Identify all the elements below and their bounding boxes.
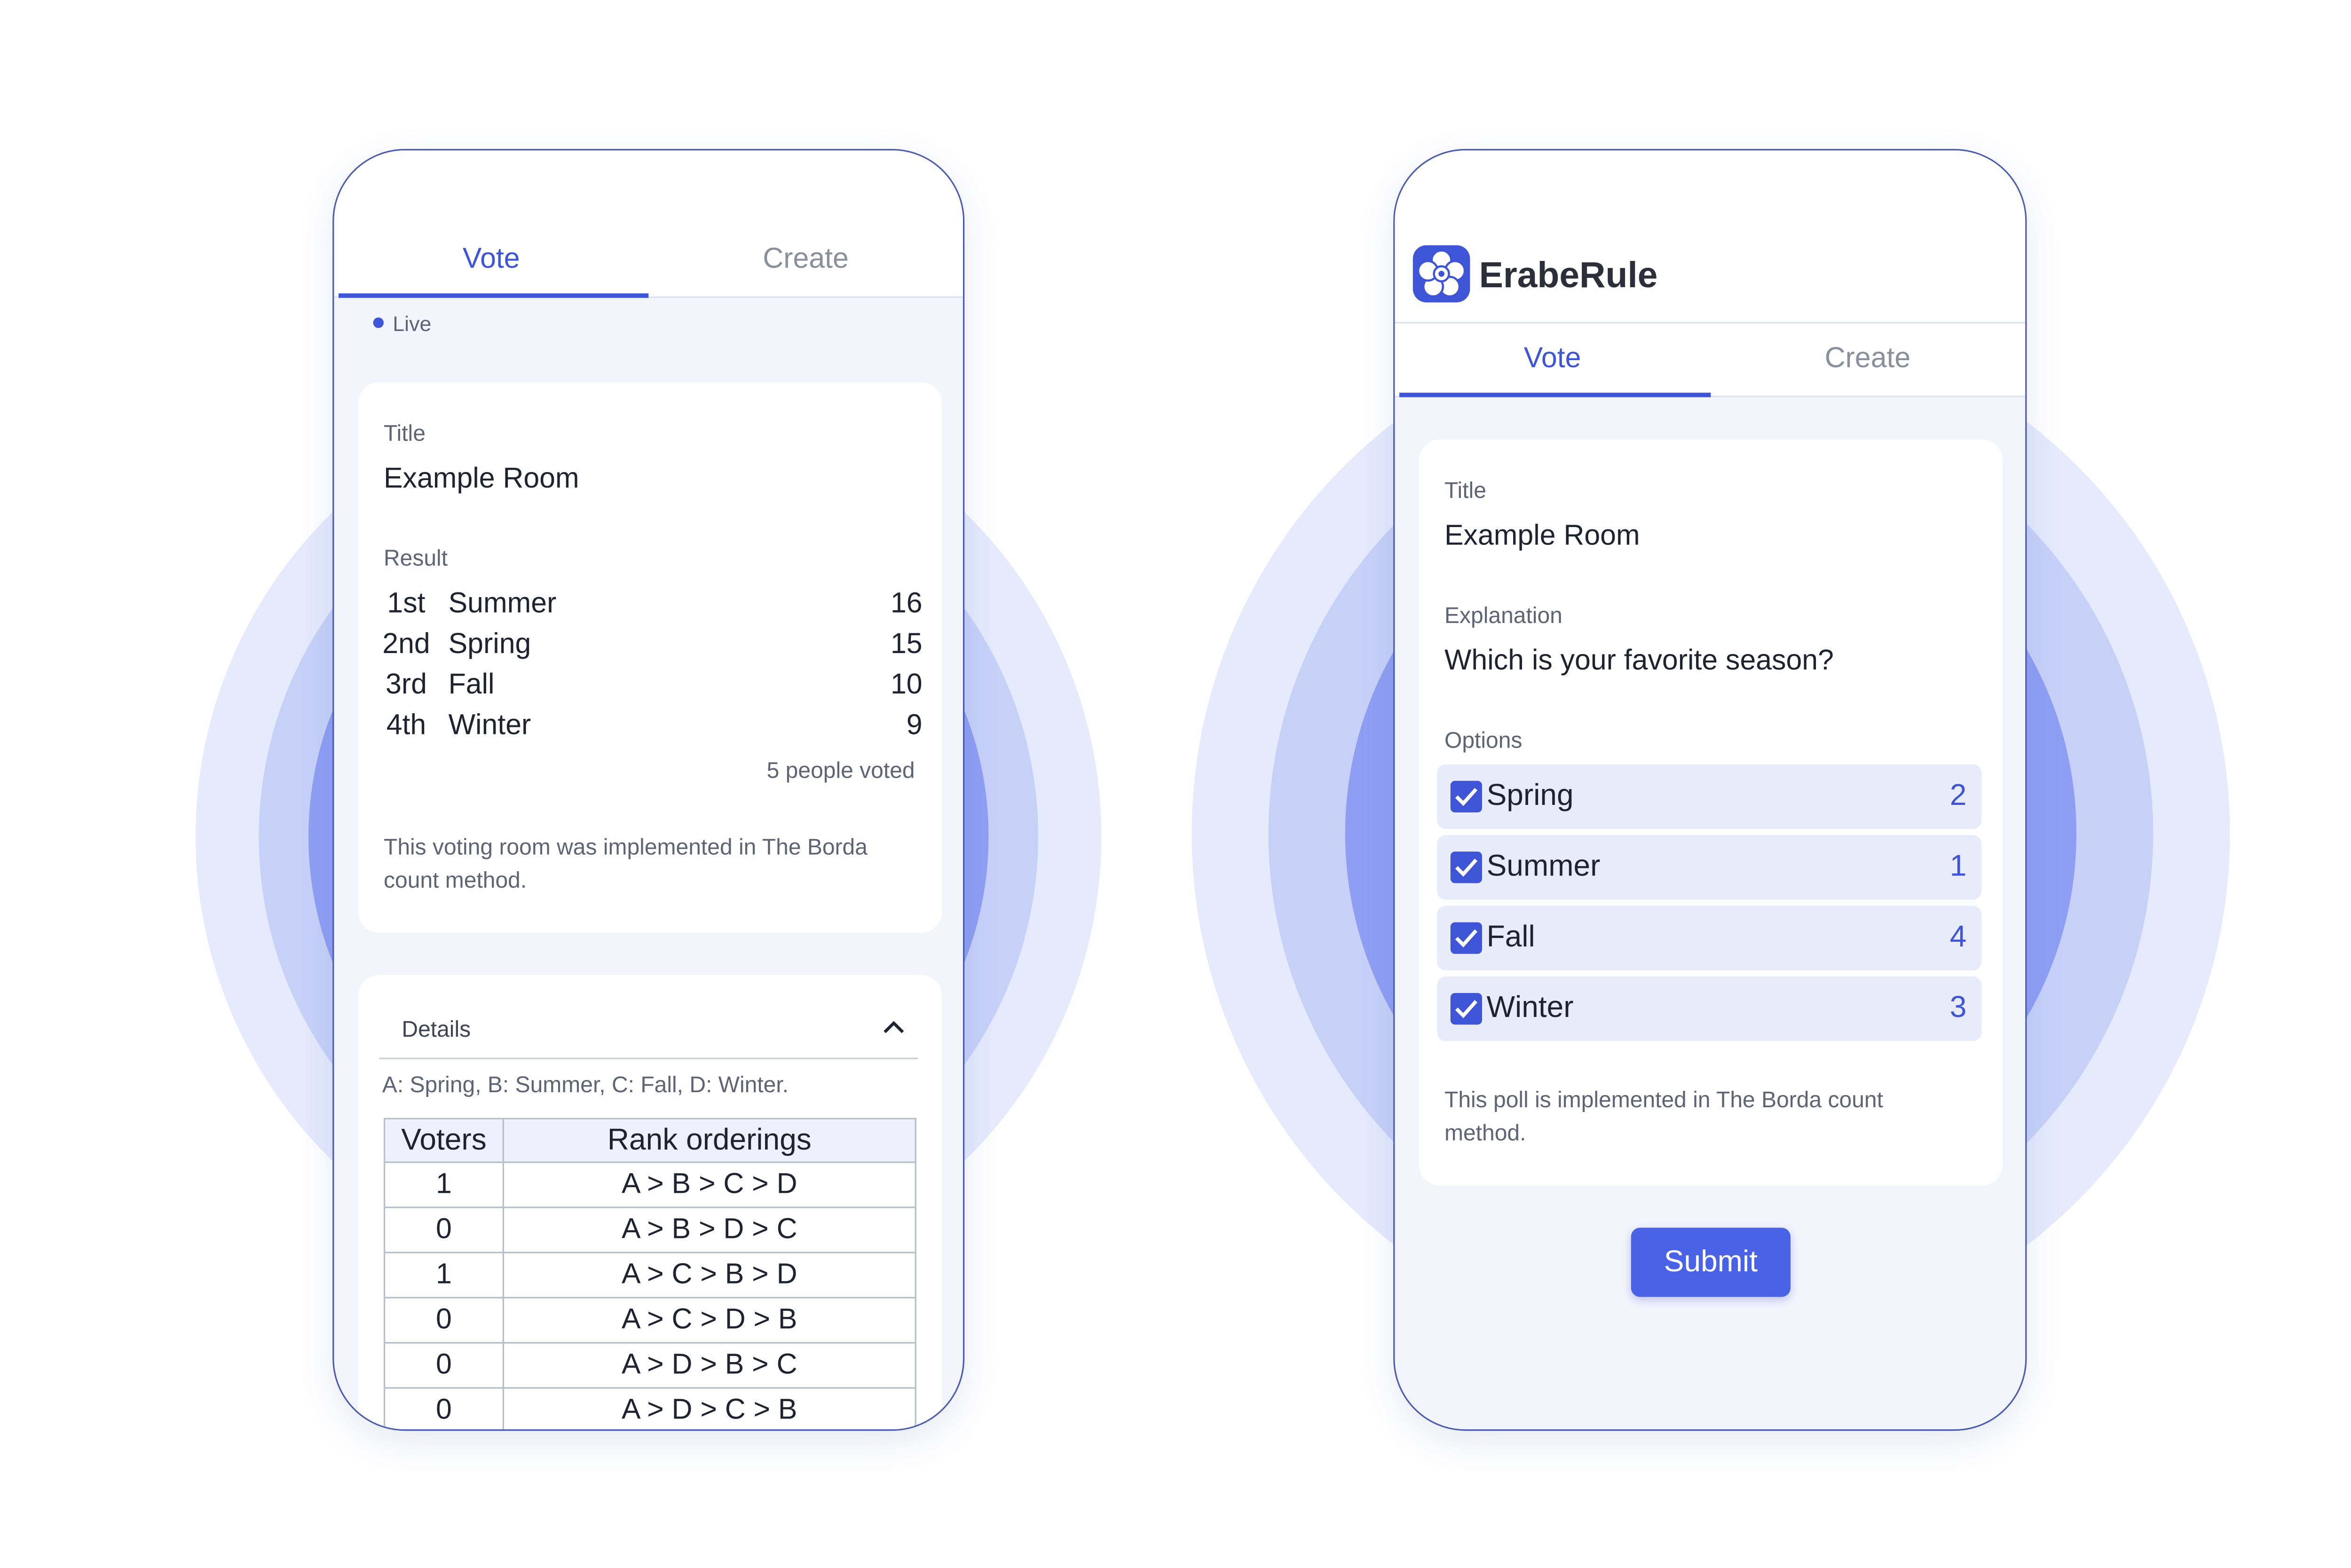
tab-create[interactable]: Create (648, 224, 963, 297)
checkbox-checked-icon[interactable] (1450, 922, 1482, 954)
title-value: Example Room (384, 463, 579, 495)
explanation-value: Which is your favorite season? (1444, 645, 1834, 677)
option-name: Summer (1486, 850, 1601, 883)
ordering-cell: A > D > B > C (502, 1342, 916, 1389)
checkbox-checked-icon[interactable] (1450, 993, 1482, 1025)
result-score: 10 (890, 670, 923, 701)
result-row: 3rd Fall 10 (358, 670, 923, 710)
table-row: 1 A > B > C > D (384, 1161, 916, 1208)
option-name: Fall (1486, 921, 1535, 954)
ordering-cell: A > B > D > C (502, 1206, 916, 1253)
result-rank: 4th (386, 710, 426, 742)
canvas: Vote Create Live Title Example Room Resu… (0, 0, 2351, 1568)
table-row: 0 A > B > D > C (384, 1206, 916, 1253)
option-row-spring[interactable]: Spring 2 (1437, 764, 1982, 829)
table-row: 1 A > C > B > D (384, 1252, 916, 1299)
result-score: 15 (890, 629, 923, 661)
option-row-summer[interactable]: Summer 1 (1437, 835, 1982, 900)
poll-card: Title Example Room Explanation Which is … (1419, 439, 2003, 1186)
voters-cell: 0 (384, 1387, 505, 1429)
column-header-voters: Voters (384, 1118, 505, 1163)
result-row: 2nd Spring 15 (358, 629, 923, 670)
method-note: This poll is implemented in The Borda co… (1444, 1087, 1883, 1147)
app-header: ErabeRule (1395, 224, 2026, 323)
result-name: Winter (448, 710, 531, 742)
title-label: Title (1444, 478, 1486, 504)
result-row: 1st Summer 16 (358, 588, 923, 629)
details-label: Details (402, 1017, 471, 1043)
option-name: Winter (1486, 991, 1574, 1025)
status-bar (1395, 150, 2026, 226)
result-rank: 1st (387, 588, 426, 620)
option-count: 1 (1949, 850, 1967, 883)
table-row: 0 A > D > B > C (384, 1342, 916, 1389)
title-value: Example Room (1444, 520, 1640, 552)
option-legend: A: Spring, B: Summer, C: Fall, D: Winter… (382, 1072, 789, 1098)
ordering-cell: A > C > D > B (502, 1297, 916, 1344)
column-header-rank-orderings: Rank orderings (502, 1118, 916, 1163)
result-name: Fall (448, 670, 495, 701)
vote-phone: ErabeRule Vote Create Title Example Room… (1393, 149, 2027, 1431)
option-row-fall[interactable]: Fall 4 (1437, 906, 1982, 970)
option-count: 4 (1949, 921, 1967, 954)
ordering-cell: A > D > C > B (502, 1387, 916, 1429)
details-card: Details A: Spring, B: Summer, C: Fall, D… (358, 975, 942, 1429)
live-dot-icon (373, 317, 384, 328)
option-count: 2 (1949, 779, 1967, 812)
checkbox-checked-icon[interactable] (1450, 780, 1482, 812)
voted-count: 5 people voted (766, 758, 915, 784)
tab-create[interactable]: Create (1710, 323, 2025, 396)
result-score: 9 (906, 710, 923, 742)
method-note: This voting room was implemented in The … (384, 835, 868, 894)
result-name: Summer (448, 588, 557, 620)
tab-vote[interactable]: Vote (1395, 323, 1710, 397)
tab-vote[interactable]: Vote (334, 224, 649, 298)
result-row: 4th Winter 9 (358, 710, 923, 750)
result-phone: Vote Create Live Title Example Room Resu… (332, 149, 965, 1431)
vote-tab-bar: Vote Create (1395, 323, 2026, 397)
voters-cell: 0 (384, 1297, 505, 1344)
checkbox-checked-icon[interactable] (1450, 851, 1482, 883)
result-name: Spring (448, 629, 531, 661)
title-label: Title (384, 421, 426, 447)
result-list: 1st Summer 16 2nd Spring 15 3rd Fall 10 … (358, 588, 942, 754)
option-name: Spring (1486, 779, 1574, 812)
voters-cell: 1 (384, 1161, 505, 1208)
table-header-row: Voters Rank orderings (384, 1118, 916, 1163)
voters-cell: 0 (384, 1206, 505, 1253)
explanation-label: Explanation (1444, 603, 1562, 629)
option-row-winter[interactable]: Winter 3 (1437, 976, 1982, 1041)
result-rank: 3rd (386, 670, 427, 701)
app-name: ErabeRule (1479, 256, 1658, 297)
voters-cell: 1 (384, 1252, 505, 1299)
submit-button[interactable]: Submit (1631, 1228, 1791, 1297)
rank-orderings-table: Voters Rank orderings 1 A > B > C > D 0 … (384, 1118, 916, 1429)
flower-logo-icon (1412, 244, 1472, 304)
live-label: Live (393, 311, 432, 336)
option-count: 3 (1949, 991, 1967, 1025)
result-tab-bar: Vote Create (334, 224, 963, 298)
options-label: Options (1444, 728, 1523, 754)
ordering-cell: A > B > C > D (502, 1161, 916, 1208)
voters-cell: 0 (384, 1342, 505, 1389)
details-header[interactable]: Details (379, 999, 918, 1059)
table-row: 0 A > D > C > B (384, 1387, 916, 1429)
result-rank: 2nd (382, 629, 430, 661)
result-card: Title Example Room Result 1st Summer 16 … (358, 382, 942, 933)
ordering-cell: A > C > B > D (502, 1252, 916, 1299)
result-score: 16 (890, 588, 923, 620)
chevron-up-icon[interactable] (882, 1017, 906, 1035)
result-label: Result (384, 546, 448, 572)
status-bar (334, 150, 963, 226)
table-row: 0 A > C > D > B (384, 1297, 916, 1344)
